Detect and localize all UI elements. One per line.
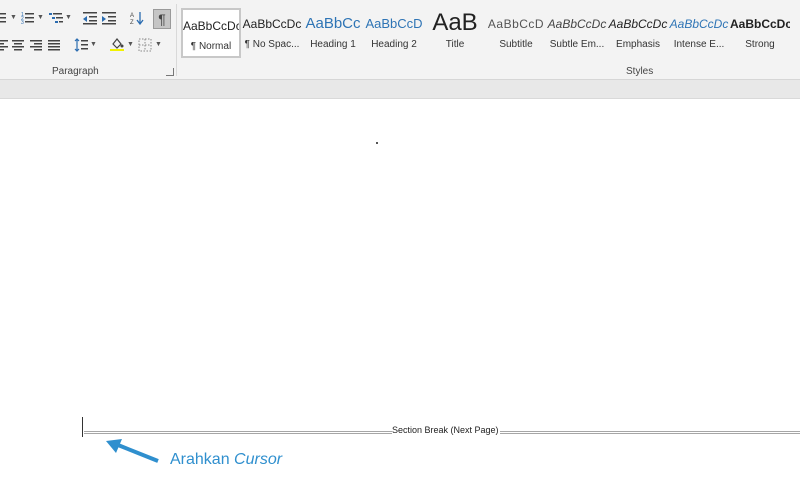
ruler-band xyxy=(0,80,800,99)
annotation-text-plain: Arahkan xyxy=(170,451,235,468)
section-break-line xyxy=(84,431,392,434)
style-name: ¶ Normal xyxy=(190,41,232,52)
style-strong[interactable]: AaBbCcDc Strong xyxy=(730,8,790,58)
style-subtle-emphasis[interactable]: AaBbCcDc Subtle Em... xyxy=(547,8,607,58)
bullets-dropdown-chevron-down-icon[interactable]: ▼ xyxy=(10,14,17,21)
text-cursor xyxy=(82,417,83,437)
style-name: ¶ No Spac... xyxy=(244,39,300,50)
svg-text:A: A xyxy=(130,13,134,19)
align-center-icon[interactable] xyxy=(11,38,25,52)
style-sample: AaBbCcDc xyxy=(183,19,239,33)
bullets-icon[interactable] xyxy=(0,11,10,25)
paragraph-mark xyxy=(376,142,378,144)
align-right-icon[interactable] xyxy=(29,38,43,52)
paragraph-group-label: Paragraph xyxy=(52,66,99,77)
styles-gallery: AaBbCcDc ¶ Normal AaBbCcDc ¶ No Spac... … xyxy=(180,8,800,58)
paragraph-dialog-launcher-icon[interactable] xyxy=(166,68,174,76)
annotation-text: Arahkan Cursor xyxy=(170,451,282,469)
style-name: Title xyxy=(445,39,465,50)
shading-icon[interactable] xyxy=(110,37,124,51)
style-title[interactable]: AaB Title xyxy=(425,8,485,58)
style-name: Heading 2 xyxy=(371,39,417,50)
style-heading-2[interactable]: AaBbCcD Heading 2 xyxy=(364,8,424,58)
style-sample: AaBbCcD xyxy=(365,16,423,31)
align-left-icon[interactable] xyxy=(0,38,10,52)
styles-group-label: Styles xyxy=(626,66,654,77)
line-spacing-chevron-down-icon[interactable]: ▼ xyxy=(90,41,97,48)
decrease-indent-icon[interactable] xyxy=(83,11,97,25)
style-sample: AaBbCcDc xyxy=(547,17,607,31)
style-name: Heading 1 xyxy=(310,39,356,50)
svg-text:3: 3 xyxy=(21,20,24,25)
svg-text:Z: Z xyxy=(130,20,134,25)
style-sample: AaBbCcDc xyxy=(730,17,790,31)
style-intense-emphasis[interactable]: AaBbCcDc Intense E... xyxy=(669,8,729,58)
paragraph-group: ▼ 123 ▼ ▼ AZ ¶ ▼ ▼ ▼ Paragraph xyxy=(0,0,176,80)
group-separator xyxy=(176,4,177,76)
justify-icon[interactable] xyxy=(47,38,61,52)
style-sample: AaBbCcDc xyxy=(669,17,729,31)
style-name: Strong xyxy=(745,39,775,50)
style-emphasis[interactable]: AaBbCcDc Emphasis xyxy=(608,8,668,58)
style-normal[interactable]: AaBbCcDc ¶ Normal xyxy=(181,8,241,58)
style-name: Subtle Em... xyxy=(549,39,605,50)
style-sample: AaBbCcD xyxy=(487,17,545,31)
style-sample: AaB xyxy=(432,9,478,36)
style-name: Emphasis xyxy=(616,39,660,50)
ribbon: ▼ 123 ▼ ▼ AZ ¶ ▼ ▼ ▼ Paragraph AaBbCcDc … xyxy=(0,0,800,80)
numbering-icon[interactable]: 123 xyxy=(21,11,35,25)
annotation-text-italic: Cursor xyxy=(234,451,283,468)
show-hide-formatting-button[interactable]: ¶ xyxy=(153,9,171,29)
style-heading-1[interactable]: AaBbCc Heading 1 xyxy=(303,8,363,58)
increase-indent-icon[interactable] xyxy=(102,11,116,25)
line-spacing-icon[interactable] xyxy=(74,38,88,52)
style-name: Intense E... xyxy=(673,39,725,50)
section-break-label: Section Break (Next Page) xyxy=(392,425,499,435)
borders-chevron-down-icon[interactable]: ▼ xyxy=(155,41,162,48)
style-subtitle[interactable]: AaBbCcD Subtitle xyxy=(486,8,546,58)
borders-icon[interactable] xyxy=(138,38,152,52)
numbering-dropdown-chevron-down-icon[interactable]: ▼ xyxy=(37,14,44,21)
style-sample: AaBbCc xyxy=(305,15,361,32)
style-no-spacing[interactable]: AaBbCcDc ¶ No Spac... xyxy=(242,8,302,58)
style-name: Subtitle xyxy=(499,39,533,50)
annotation-arrow-icon xyxy=(106,439,159,463)
shading-chevron-down-icon[interactable]: ▼ xyxy=(127,41,134,48)
multilevel-list-icon[interactable] xyxy=(49,11,63,25)
section-break-line xyxy=(500,431,800,434)
style-sample: AaBbCcDc xyxy=(608,17,668,31)
style-sample: AaBbCcDc xyxy=(242,17,302,31)
sort-icon[interactable]: AZ xyxy=(130,11,144,25)
multilevel-dropdown-chevron-down-icon[interactable]: ▼ xyxy=(65,14,72,21)
